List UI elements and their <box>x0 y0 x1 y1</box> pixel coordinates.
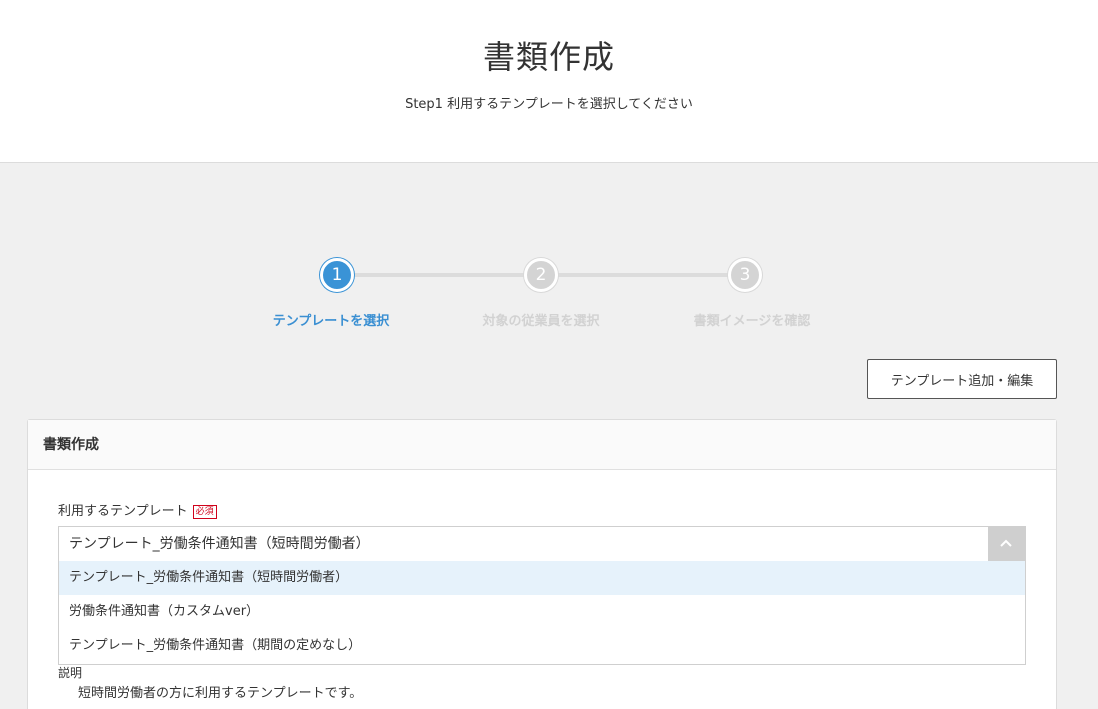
step-1-label: テンプレートを選択 <box>272 314 390 329</box>
template-dropdown: テンプレート_労働条件通知書（短時間労働者） 労働条件通知書（カスタムver） … <box>58 561 1026 665</box>
step-3-number: 3 <box>739 265 751 285</box>
step-3-label: 書類イメージを確認 <box>693 314 811 329</box>
step-1-number: 1 <box>331 265 343 285</box>
page-title: 書類作成 <box>482 38 615 76</box>
step-2-label: 対象の従業員を選択 <box>482 314 600 329</box>
step-1-indicator: 1 <box>320 258 354 292</box>
template-select[interactable]: テンプレート_労働条件通知書（短時間労働者） <box>58 526 1026 562</box>
dropdown-option[interactable]: テンプレート_労働条件通知書（短時間労働者） <box>59 561 1025 595</box>
template-field-label: 利用するテンプレート 必須 <box>58 500 217 519</box>
card-title: 書類作成 <box>28 420 1056 470</box>
step-2-number: 2 <box>535 265 547 285</box>
step-3-indicator: 3 <box>728 258 762 292</box>
step-2-indicator: 2 <box>524 258 558 292</box>
description-label: 説明 <box>58 666 83 680</box>
template-add-edit-button[interactable]: テンプレート追加・編集 <box>867 359 1057 399</box>
page-header: 書類作成 Step1 利用するテンプレートを選択してください <box>0 0 1098 163</box>
step-connector <box>354 273 526 277</box>
step-connector <box>558 273 730 277</box>
dropdown-option[interactable]: テンプレート_労働条件通知書（期間の定めなし） <box>59 629 1025 663</box>
dropdown-option[interactable]: 労働条件通知書（カスタムver） <box>59 595 1025 629</box>
page-subtitle: Step1 利用するテンプレートを選択してください <box>405 97 693 112</box>
stepper: 1 2 3 テンプレートを選択 対象の従業員を選択 書類イメージを確認 <box>0 258 1098 338</box>
chevron-up-icon <box>1000 539 1012 547</box>
select-toggle[interactable] <box>988 527 1025 561</box>
template-description: 短時間労働者の方に利用するテンプレートです。 <box>78 686 363 701</box>
required-badge: 必須 <box>192 505 217 519</box>
document-creation-card: 書類作成 利用するテンプレート 必須 テンプレート_労働条件通知書（短時間労働者）… <box>27 419 1057 709</box>
template-select-value: テンプレート_労働条件通知書（短時間労働者） <box>69 536 370 552</box>
template-field-label-text: 利用するテンプレート <box>58 504 188 519</box>
